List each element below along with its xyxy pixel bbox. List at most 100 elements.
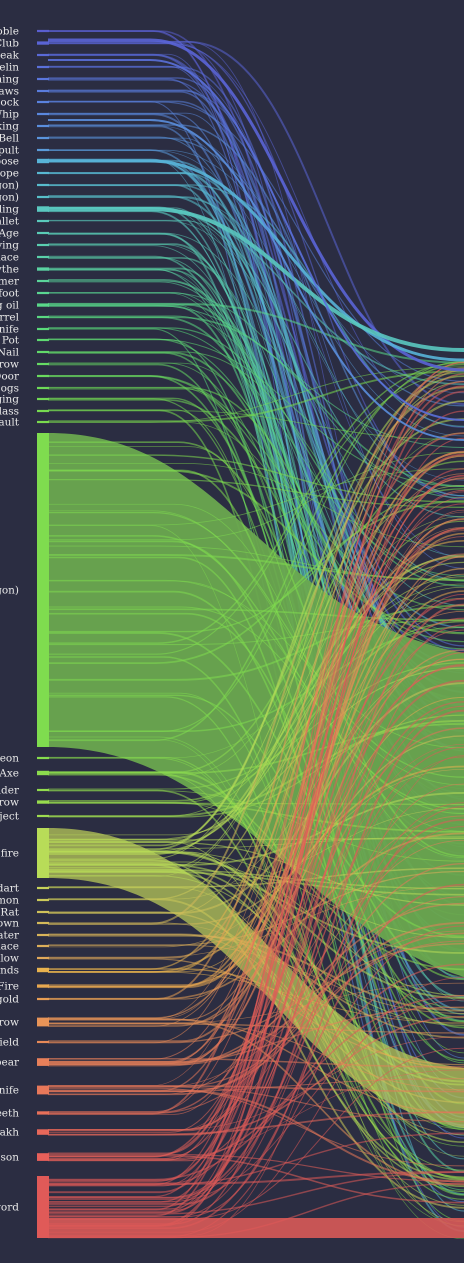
node-bar xyxy=(37,756,49,760)
node-bar xyxy=(37,124,49,128)
node-bar xyxy=(37,921,49,925)
node-bar xyxy=(37,362,49,366)
node-bar xyxy=(37,1111,49,1115)
node-bar xyxy=(37,997,49,1001)
node-bar xyxy=(37,158,49,164)
node-bar xyxy=(37,788,49,792)
node-label: ield xyxy=(0,1037,19,1049)
node-bar xyxy=(37,397,49,401)
node-bar xyxy=(37,1040,49,1044)
node-bar xyxy=(37,100,49,104)
node-label: Whip xyxy=(0,109,19,121)
node-label: Door xyxy=(0,371,20,383)
node-bar xyxy=(37,148,49,152)
node-bar xyxy=(37,206,49,212)
node-label: ging xyxy=(0,394,19,406)
node-label: gold xyxy=(0,994,19,1006)
node-label: row xyxy=(0,1017,19,1029)
node-bar xyxy=(37,910,49,914)
node-bar xyxy=(37,112,49,116)
node-label: Age xyxy=(0,228,19,240)
node-bar xyxy=(37,243,49,247)
node-label: ning xyxy=(0,74,19,86)
node-label: dart xyxy=(0,883,20,895)
node-bar xyxy=(37,183,49,187)
node-bar xyxy=(37,1129,49,1135)
node-bar xyxy=(37,315,49,319)
node-label: foot xyxy=(0,288,20,300)
node-bar xyxy=(37,231,49,235)
node-label: elin xyxy=(0,62,19,74)
node-label: ock xyxy=(0,97,19,109)
node-bar xyxy=(37,1176,49,1238)
node-label: gon) xyxy=(0,585,19,597)
node-bar xyxy=(37,898,49,902)
node-bar xyxy=(37,171,49,175)
node-label: ope xyxy=(0,168,19,180)
node-bar xyxy=(37,433,49,747)
node-bar xyxy=(37,420,49,424)
node-label: son xyxy=(1,1152,20,1164)
node-label: akh xyxy=(0,1127,19,1139)
node-bar xyxy=(37,350,49,354)
node-label: own xyxy=(0,918,19,930)
node-bar xyxy=(37,828,49,878)
sankey-diagram: obleClubeakelinningawsockWhipkingBellpul… xyxy=(0,0,464,1263)
node-label: lace xyxy=(0,252,19,264)
node-bar xyxy=(37,327,49,331)
node-bar xyxy=(37,41,49,45)
node-bar xyxy=(37,1017,49,1027)
node-bar xyxy=(37,267,49,271)
node-bar xyxy=(37,53,49,57)
node-label: oble xyxy=(0,26,19,38)
node-label: pear xyxy=(0,1057,20,1069)
node-label: ject xyxy=(0,811,20,823)
node-bar xyxy=(37,886,49,890)
node-label: gon) xyxy=(0,192,19,204)
node-bar xyxy=(37,800,49,804)
node-bar xyxy=(37,814,49,818)
node-label: ling xyxy=(0,204,19,216)
node-bar xyxy=(37,1085,49,1095)
node-bar xyxy=(37,770,49,776)
node-label: lder xyxy=(0,785,20,797)
node-bar xyxy=(37,1153,49,1161)
node-label: eak xyxy=(0,50,19,62)
node-bar xyxy=(37,136,49,140)
node-label: llow xyxy=(0,953,19,965)
node-bar xyxy=(37,65,49,69)
node-label: mon xyxy=(0,895,19,907)
node-label: ying xyxy=(0,240,19,252)
node-label: Pot xyxy=(2,335,20,347)
node-label: row xyxy=(0,359,19,371)
node-bar xyxy=(37,255,49,259)
node-label: Club xyxy=(0,38,19,50)
node-label: Bell xyxy=(0,133,20,145)
node-bar xyxy=(37,279,49,283)
node-bar xyxy=(37,29,49,33)
node-bar xyxy=(37,291,49,295)
node-label: eeth xyxy=(0,1108,19,1120)
node-bar xyxy=(37,967,49,973)
node-bar xyxy=(37,303,49,307)
node-label: Nail xyxy=(0,347,20,359)
node-label: ands xyxy=(0,965,19,977)
node-bar xyxy=(37,386,49,390)
node-label: allet xyxy=(0,216,20,228)
node-label: ythe xyxy=(0,264,19,276)
node-label: g oil xyxy=(0,300,20,312)
node-bar xyxy=(37,933,49,937)
node-label: rrel xyxy=(0,312,20,324)
node-bar xyxy=(37,984,49,988)
node-label: king xyxy=(0,121,19,133)
node-label: fire xyxy=(1,848,19,860)
node-label: gon) xyxy=(0,180,19,192)
node-label: lace xyxy=(0,941,19,953)
node-bar xyxy=(37,1058,49,1066)
node-label: eon xyxy=(0,753,19,765)
node-bar xyxy=(37,219,49,223)
node-bar xyxy=(37,944,49,948)
node-bar xyxy=(37,409,49,413)
node-bar xyxy=(37,338,49,342)
node-label: mer xyxy=(0,276,20,288)
